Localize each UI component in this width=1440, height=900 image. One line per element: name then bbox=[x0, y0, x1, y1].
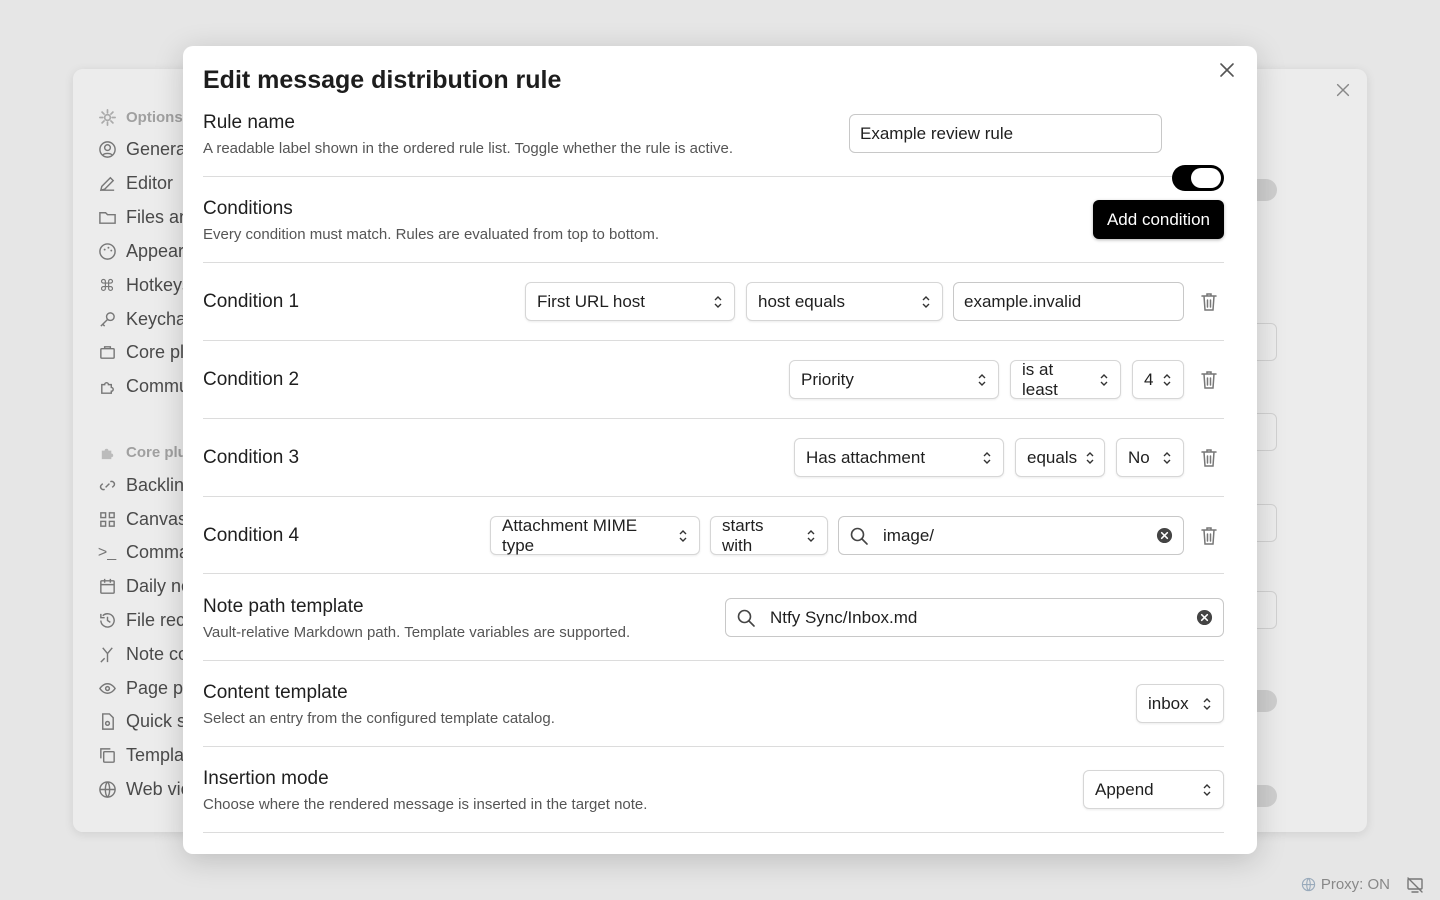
globe-icon bbox=[97, 780, 117, 800]
search-icon bbox=[850, 527, 868, 545]
clear-icon[interactable] bbox=[1156, 527, 1173, 544]
content-template-label: Content template bbox=[203, 682, 348, 703]
add-condition-button[interactable]: Add condition bbox=[1092, 200, 1224, 239]
condition-value-select[interactable]: 4 bbox=[1132, 360, 1184, 399]
condition-label: Condition 2 bbox=[203, 369, 300, 390]
chevron-updown-icon bbox=[714, 295, 722, 308]
chevron-updown-icon bbox=[1203, 783, 1211, 796]
screen-off-icon[interactable] bbox=[1406, 876, 1424, 894]
clear-icon[interactable] bbox=[1196, 609, 1213, 626]
sidebar-group-options: Options bbox=[97, 107, 183, 127]
condition-row-1: Condition 1 First URL host host equals e… bbox=[203, 263, 1224, 341]
trash-icon[interactable] bbox=[1199, 525, 1219, 547]
conditions-label: Conditions bbox=[203, 198, 293, 219]
gear-icon bbox=[97, 107, 117, 127]
command-icon: ⌘ bbox=[99, 277, 115, 295]
modal-title: Edit message distribution rule bbox=[203, 66, 562, 94]
sidebar-item-editor[interactable]: Editor bbox=[97, 173, 173, 194]
chevron-updown-icon bbox=[1086, 451, 1094, 464]
content-template-row: Content template Select an entry from th… bbox=[203, 682, 1224, 747]
condition-operator-select[interactable]: equals bbox=[1015, 438, 1105, 477]
chevron-updown-icon bbox=[922, 295, 930, 308]
condition-value-search[interactable]: image/ bbox=[838, 516, 1184, 555]
grid-icon bbox=[97, 510, 117, 530]
condition-row-4: Condition 4 Attachment MIME type starts … bbox=[203, 497, 1224, 574]
sidebar-item-general[interactable]: General bbox=[97, 139, 190, 160]
eye-icon bbox=[97, 679, 117, 699]
chevron-updown-icon bbox=[1163, 373, 1171, 386]
search-icon bbox=[737, 609, 755, 627]
note-path-search[interactable]: Ntfy Sync/Inbox.md bbox=[725, 598, 1224, 637]
chevron-updown-icon bbox=[1163, 451, 1171, 464]
palette-icon bbox=[97, 242, 117, 262]
chevron-updown-icon bbox=[807, 529, 815, 542]
toggle-knob bbox=[1191, 168, 1221, 188]
insertion-mode-label: Insertion mode bbox=[203, 768, 329, 789]
rule-name-input[interactable]: Example review rule bbox=[849, 114, 1162, 153]
sidebar-item-canvas[interactable]: Canvas bbox=[97, 509, 187, 530]
sidebar-item-hotkeys[interactable]: ⌘ Hotkeys bbox=[97, 275, 191, 296]
copy-icon bbox=[97, 746, 117, 766]
user-circle-icon bbox=[97, 140, 117, 160]
pencil-icon bbox=[97, 174, 117, 194]
globe-icon bbox=[1301, 877, 1315, 892]
calendar-icon bbox=[97, 577, 117, 597]
condition-label: Condition 1 bbox=[203, 291, 300, 312]
chevron-updown-icon bbox=[1100, 373, 1108, 386]
trash-icon[interactable] bbox=[1199, 447, 1219, 469]
chevron-updown-icon bbox=[679, 529, 687, 542]
condition-label: Condition 3 bbox=[203, 447, 300, 468]
condition-value-select[interactable]: No bbox=[1116, 438, 1184, 477]
condition-row-3: Condition 3 Has attachment equals No bbox=[203, 419, 1224, 497]
proxy-status[interactable]: Proxy: ON bbox=[1301, 876, 1390, 893]
content-template-desc: Select an entry from the configured temp… bbox=[203, 710, 555, 727]
condition-field-select[interactable]: Has attachment bbox=[794, 438, 1004, 477]
rule-name-row: Rule name A readable label shown in the … bbox=[203, 112, 1224, 191]
condition-field-select[interactable]: Attachment MIME type bbox=[490, 516, 700, 555]
condition-value-input[interactable]: example.invalid bbox=[953, 282, 1184, 321]
chevron-updown-icon bbox=[983, 451, 991, 464]
condition-operator-select[interactable]: is at least bbox=[1010, 360, 1121, 399]
condition-operator-select[interactable]: starts with bbox=[710, 516, 828, 555]
content-template-select[interactable]: inbox bbox=[1136, 684, 1224, 723]
edit-rule-modal: Edit message distribution rule Rule name… bbox=[183, 46, 1257, 854]
folder-icon bbox=[97, 208, 117, 228]
puzzle-icon bbox=[97, 377, 117, 397]
link-icon bbox=[97, 476, 117, 496]
condition-operator-select[interactable]: host equals bbox=[746, 282, 943, 321]
rule-enabled-toggle[interactable] bbox=[1172, 165, 1224, 191]
chevron-updown-icon bbox=[978, 373, 986, 386]
chevron-updown-icon bbox=[1203, 697, 1211, 710]
history-icon bbox=[97, 611, 117, 631]
condition-label: Condition 4 bbox=[203, 525, 300, 546]
insertion-mode-row: Insertion mode Choose where the rendered… bbox=[203, 768, 1224, 833]
condition-field-select[interactable]: First URL host bbox=[525, 282, 735, 321]
condition-row-2: Condition 2 Priority is at least 4 bbox=[203, 341, 1224, 419]
settings-close-icon[interactable] bbox=[1333, 81, 1353, 101]
condition-field-select[interactable]: Priority bbox=[789, 360, 999, 399]
modal-close-icon[interactable] bbox=[1217, 60, 1237, 80]
insertion-mode-select[interactable]: Append bbox=[1083, 770, 1224, 809]
trash-icon[interactable] bbox=[1199, 291, 1219, 313]
key-icon bbox=[97, 310, 117, 330]
trash-icon[interactable] bbox=[1199, 369, 1219, 391]
file-search-icon bbox=[97, 712, 117, 732]
plugin-icon bbox=[97, 442, 117, 462]
terminal-icon: >_ bbox=[97, 543, 117, 561]
merge-icon bbox=[97, 645, 117, 665]
insertion-mode-desc: Choose where the rendered message is ins… bbox=[203, 796, 648, 813]
briefcase-icon bbox=[97, 343, 117, 363]
conditions-row: Conditions Every condition must match. R… bbox=[203, 198, 1224, 263]
note-path-row: Note path template Vault-relative Markdo… bbox=[203, 596, 1224, 661]
conditions-desc: Every condition must match. Rules are ev… bbox=[203, 226, 660, 243]
